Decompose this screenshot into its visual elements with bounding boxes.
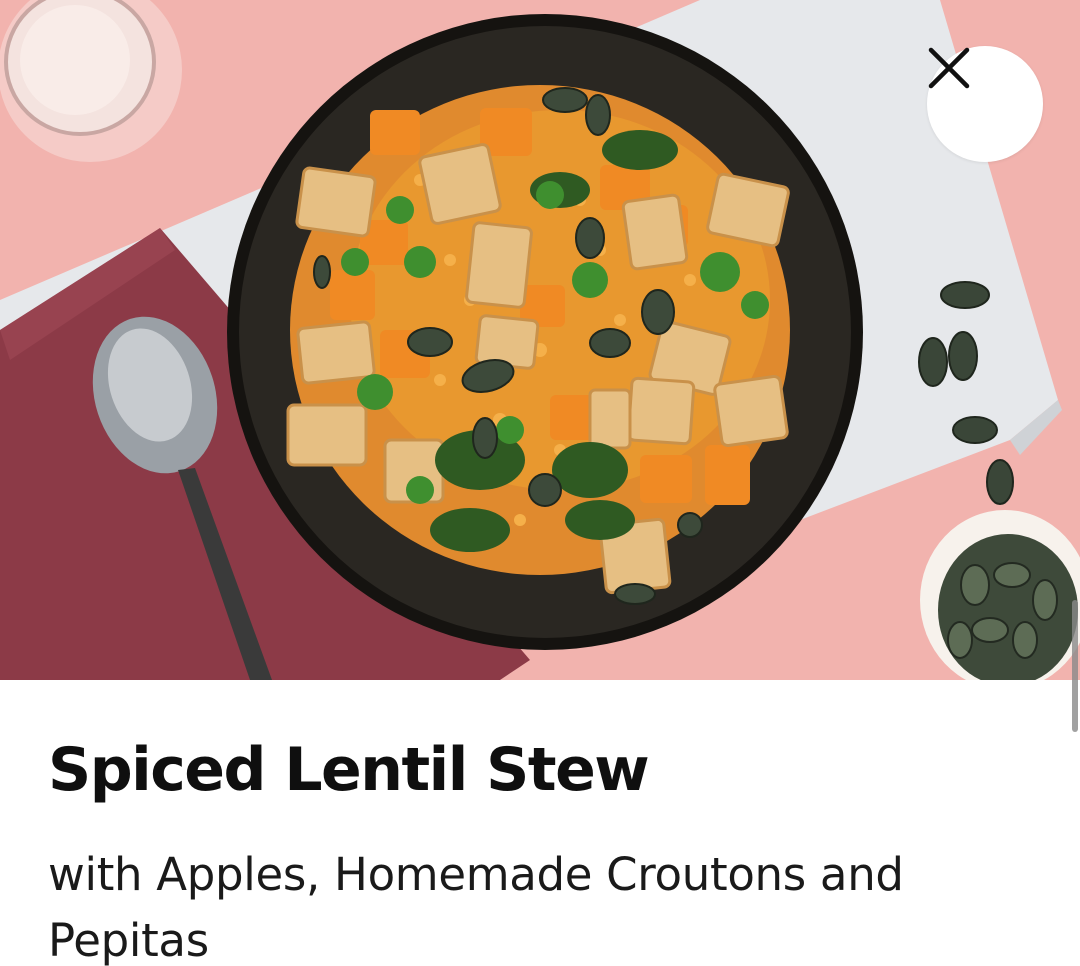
close-icon <box>928 47 970 89</box>
recipe-hero-image <box>0 0 1080 680</box>
recipe-title: Spiced Lentil Stew <box>48 735 650 805</box>
recipe-photo <box>0 0 1080 680</box>
recipe-subtitle: with Apples, Homemade Croutons and Pepit… <box>48 848 904 966</box>
scrollbar[interactable] <box>1072 600 1078 732</box>
close-button[interactable] <box>927 46 1043 162</box>
